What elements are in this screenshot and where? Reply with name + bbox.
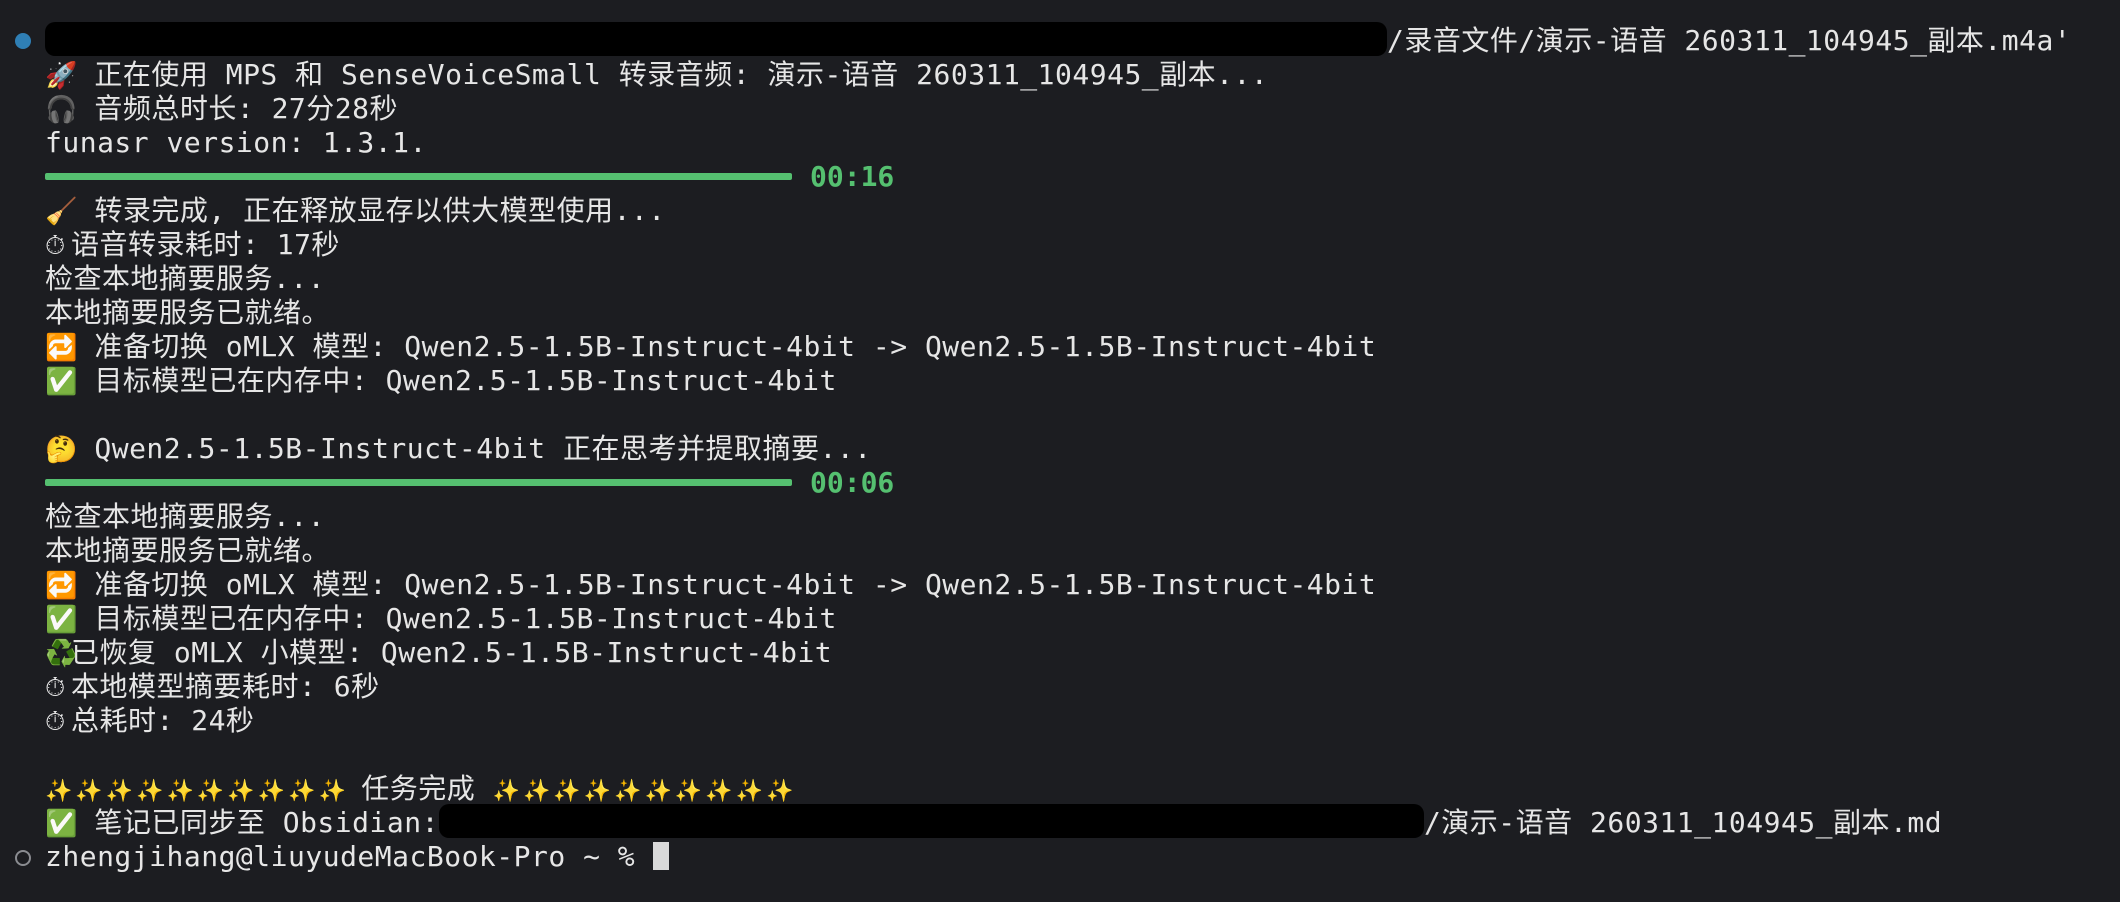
task-complete-text: 任务完成 — [361, 772, 476, 805]
redacted-path-block — [45, 22, 1387, 56]
switch-model-text: 准备切换 oMLX 模型: Qwen2.5-1.5B-Instruct-4bit… — [94, 330, 1377, 363]
stopwatch-icon: ⏱ — [45, 707, 66, 737]
prompt-text: zhengjihang@liuyudeMacBook-Pro ~ % — [45, 840, 653, 873]
service-ready-text: 本地摘要服务已就绪。 — [45, 296, 331, 329]
output-line-funasr-version: funasr version: 1.3.1. — [45, 126, 427, 160]
output-line-transcribe-start: 🚀 正在使用 MPS 和 SenseVoiceSmall 转录音频: 演示-语音… — [45, 58, 1268, 92]
transcribe-time-text: 语音转录耗时: 17秒 — [71, 228, 340, 261]
service-ready-text-2: 本地摘要服务已就绪。 — [45, 534, 331, 567]
terminal-window[interactable]: /录音文件/演示-语音 260311_104945_副本.m4a' 🚀 正在使用… — [0, 0, 2120, 902]
output-line-path: /录音文件/演示-语音 260311_104945_副本.m4a' — [45, 22, 2072, 58]
progress-timer-transcription: 00:16 — [810, 160, 895, 193]
output-line-thinking: 🤔 Qwen2.5-1.5B-Instruct-4bit 正在思考并提取摘要..… — [45, 432, 872, 466]
prompt-status-marker — [15, 850, 31, 866]
model-in-memory-text-2: 目标模型已在内存中: Qwen2.5-1.5B-Instruct-4bit — [94, 602, 837, 635]
output-line-transcribe-done: 🧹 转录完成, 正在释放显存以供大模型使用... — [45, 194, 666, 228]
headphones-icon: 🎧 — [45, 95, 78, 125]
sparkles-icon: ✨ ✨ ✨ ✨ ✨ ✨ ✨ ✨ ✨ ✨ — [492, 779, 794, 804]
repeat-icon: 🔁 — [45, 571, 78, 601]
progress-timer-summary: 00:06 — [810, 466, 895, 499]
output-line-model-in-memory: ✅ 目标模型已在内存中: Qwen2.5-1.5B-Instruct-4bit — [45, 364, 837, 398]
repeat-icon: 🔁 — [45, 333, 78, 363]
output-line-service-ready-2: 本地摘要服务已就绪。 — [45, 534, 330, 568]
text-cursor[interactable] — [652, 842, 669, 870]
switch-model-text-2: 准备切换 oMLX 模型: Qwen2.5-1.5B-Instruct-4bit… — [94, 568, 1377, 601]
command-status-marker — [15, 33, 31, 49]
transcribe-start-text: 正在使用 MPS 和 SenseVoiceSmall 转录音频: 演示-语音 2… — [94, 58, 1269, 91]
output-line-summary-time: ⏱ 本地模型摘要耗时: 6秒 — [45, 670, 380, 704]
output-line-synced-obsidian: ✅ 笔记已同步至 Obsidian: /演示-语音 260311_104945_副… — [45, 804, 1943, 840]
thinking-face-icon: 🤔 — [45, 435, 78, 465]
redacted-path-block — [438, 804, 1424, 838]
shell-prompt[interactable]: zhengjihang@liuyudeMacBook-Pro ~ % — [45, 840, 669, 874]
output-line-check-service: 检查本地摘要服务... — [45, 262, 325, 296]
output-line-duration: 🎧 音频总时长: 27分28秒 — [45, 92, 398, 126]
output-line-task-complete: ✨ ✨ ✨ ✨ ✨ ✨ ✨ ✨ ✨ ✨ 任务完成 ✨ ✨ ✨ ✨ ✨ ✨ ✨ ✨… — [45, 772, 794, 806]
output-line-switch-model-2: 🔁 准备切换 oMLX 模型: Qwen2.5-1.5B-Instruct-4b… — [45, 568, 1376, 602]
recycle-icon: ♻️ — [45, 639, 78, 669]
output-line-model-in-memory-2: ✅ 目标模型已在内存中: Qwen2.5-1.5B-Instruct-4bit — [45, 602, 837, 636]
total-time-text: 总耗时: 24秒 — [71, 704, 255, 737]
output-line-service-ready: 本地摘要服务已就绪。 — [45, 296, 330, 330]
output-line-transcribe-time: ⏱ 语音转录耗时: 17秒 — [45, 228, 340, 262]
sparkles-icon: ✨ ✨ ✨ ✨ ✨ ✨ ✨ ✨ ✨ ✨ — [45, 779, 346, 804]
output-line-restore-model: ♻️已恢复 oMLX 小模型: Qwen2.5-1.5B-Instruct-4b… — [45, 636, 832, 670]
file-path-text: /录音文件/演示-语音 260311_104945_副本.m4a' — [1387, 24, 2072, 57]
duration-text: 音频总时长: 27分28秒 — [94, 92, 399, 125]
output-line-check-service-2: 检查本地摘要服务... — [45, 500, 325, 534]
transcribe-done-text: 转录完成, 正在释放显存以供大模型使用... — [94, 194, 666, 227]
stopwatch-icon: ⏱ — [45, 673, 66, 703]
output-line-switch-model: 🔁 准备切换 oMLX 模型: Qwen2.5-1.5B-Instruct-4b… — [45, 330, 1376, 364]
model-in-memory-text: 目标模型已在内存中: Qwen2.5-1.5B-Instruct-4bit — [94, 364, 837, 397]
summary-time-text: 本地模型摘要耗时: 6秒 — [71, 670, 380, 703]
progress-bar-transcription — [45, 173, 792, 180]
progress-bar-summary — [45, 479, 792, 486]
output-line-total-time: ⏱ 总耗时: 24秒 — [45, 704, 254, 738]
check-service-text-2: 检查本地摘要服务... — [45, 500, 326, 533]
check-icon: ✅ — [45, 605, 78, 635]
funasr-version-text: funasr version: 1.3.1. — [45, 126, 427, 159]
note-path-text: /演示-语音 260311_104945_副本.md — [1423, 806, 1943, 839]
broom-icon: 🧹 — [45, 197, 78, 227]
stopwatch-icon: ⏱ — [45, 231, 66, 261]
restore-model-text: 已恢复 oMLX 小模型: Qwen2.5-1.5B-Instruct-4bit — [71, 636, 833, 669]
check-icon: ✅ — [45, 367, 78, 397]
check-service-text: 检查本地摘要服务... — [45, 262, 326, 295]
thinking-text: Qwen2.5-1.5B-Instruct-4bit 正在思考并提取摘要... — [94, 432, 872, 465]
check-icon: ✅ — [45, 809, 78, 839]
synced-label-text: 笔记已同步至 Obsidian: — [94, 806, 439, 839]
rocket-icon: 🚀 — [45, 61, 78, 91]
